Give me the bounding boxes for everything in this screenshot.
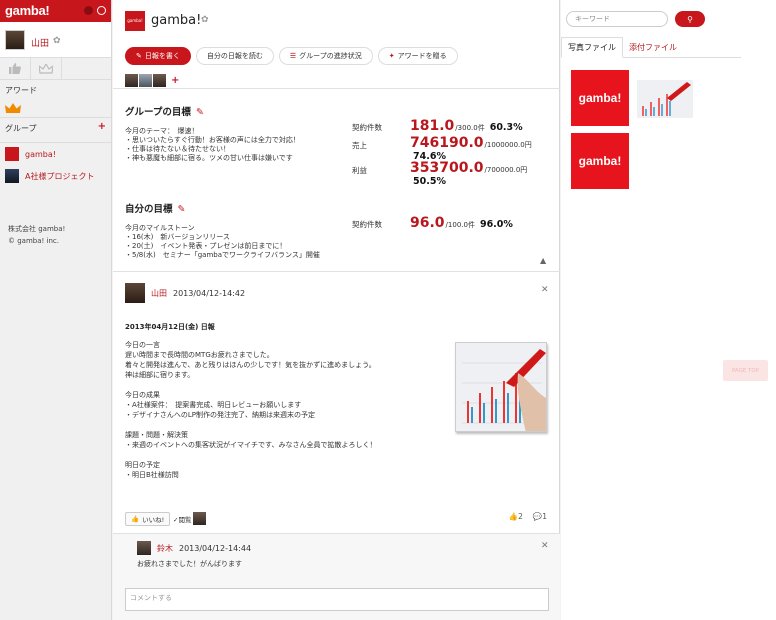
brand-bar: gamba! xyxy=(0,0,111,22)
thumbs-up-icon[interactable] xyxy=(0,58,31,79)
thumbs-up-icon: 👍 xyxy=(131,515,140,523)
sidebar: gamba! 山田 ✿ アワード グループ + gamba! A社様プロジェクト… xyxy=(0,0,112,620)
my-goal-text: 今月のマイルストーン ・16(木) 新バージョンリリース ・20(土) イベント… xyxy=(125,224,320,259)
group-photo-icon xyxy=(5,169,19,183)
user-name[interactable]: 山田 xyxy=(31,36,49,49)
comment-author[interactable]: 鈴木 xyxy=(157,543,173,554)
action-tabs: ✎ 日報を書く 自分の日報を読む ☰ グループの進捗状況 ✦ アワードを贈る xyxy=(125,47,458,65)
comment-input[interactable] xyxy=(125,588,549,611)
user-profile[interactable]: 山田 ✿ xyxy=(0,22,111,58)
metric-contracts: 契約件数 181.0 /300.0件 60.3% xyxy=(352,118,523,134)
main-content: gamba! gamba! ✿ ✎ 日報を書く 自分の日報を読む ☰ グループの… xyxy=(113,0,560,620)
file-tabs: 写真ファイル 添付ファイル xyxy=(561,37,741,58)
edit-icon[interactable]: ✎ xyxy=(178,204,186,215)
group-logo-icon xyxy=(5,147,19,161)
crown-icon[interactable] xyxy=(0,99,111,117)
add-group-icon[interactable]: + xyxy=(98,122,106,134)
close-icon[interactable]: ✕ xyxy=(541,541,549,551)
group-progress-button[interactable]: ☰ グループの進捗状況 xyxy=(278,47,373,65)
photo-thumbnail[interactable]: gamba! xyxy=(571,133,629,189)
add-member-icon[interactable]: + xyxy=(171,75,179,86)
search-input[interactable] xyxy=(566,11,668,27)
reaction-tabs xyxy=(0,58,111,80)
member-list: + xyxy=(125,73,179,87)
group-goal-title: グループの目標 ✎ xyxy=(125,107,204,118)
reader-avatar[interactable] xyxy=(193,512,207,525)
collapse-arrow-icon[interactable]: ▲ xyxy=(540,256,546,265)
avatar[interactable] xyxy=(137,541,151,555)
comment-text: お疲れさまでした！がんばります xyxy=(137,560,242,568)
tab-attachments[interactable]: 添付ファイル xyxy=(623,37,683,58)
pencil-icon: ✎ xyxy=(136,52,142,60)
gear-icon[interactable]: ✿ xyxy=(201,15,209,25)
metric-profit: 利益 353700.0 /700000.0円 xyxy=(352,160,528,176)
award-label: アワード xyxy=(5,86,37,95)
group-item-a-project[interactable]: A社様プロジェクト xyxy=(0,165,111,187)
edit-icon[interactable]: ✎ xyxy=(196,107,204,118)
search-icon: ⚲ xyxy=(687,14,693,24)
avatar[interactable] xyxy=(5,30,25,50)
gift-icon: ✦ xyxy=(388,52,395,60)
member-avatar[interactable] xyxy=(153,73,166,87)
comment-header: 鈴木 2013/04/12-14:44 xyxy=(137,541,251,555)
list-icon: ☰ xyxy=(289,52,297,60)
metric-profit-pct: 50.5% xyxy=(413,176,446,187)
app-logo[interactable]: gamba! xyxy=(5,3,50,18)
company-name: 株式会社 gamba! xyxy=(8,225,66,233)
member-avatar[interactable] xyxy=(125,73,138,87)
like-button[interactable]: 👍 いいね! xyxy=(125,512,171,526)
power-icon[interactable] xyxy=(97,6,106,15)
crown-outline-icon[interactable] xyxy=(31,58,62,79)
read-my-reports-button[interactable]: 自分の日報を読む xyxy=(195,47,274,65)
group-header: グループ + xyxy=(0,118,111,142)
my-goal-title: 自分の目標 ✎ xyxy=(125,204,186,215)
post-author[interactable]: 山田 xyxy=(151,288,167,299)
comment-section: 鈴木 2013/04/12-14:44 ✕ お疲れさまでした！がんばります xyxy=(113,533,560,620)
tab-photo-files[interactable]: 写真ファイル xyxy=(561,37,623,58)
close-icon[interactable]: ✕ xyxy=(541,285,549,295)
group-header-bar: gamba! gamba! ✿ xyxy=(113,0,559,40)
give-award-button[interactable]: ✦ アワードを贈る xyxy=(377,47,458,65)
like-count[interactable]: 👍2 xyxy=(509,512,523,521)
post-counts: 👍2 💬1 xyxy=(509,512,547,521)
company-info: 株式会社 gamba! © gamba! inc. xyxy=(0,187,111,247)
post-body: 今日の一言 遅い時間まで長時間のMTGお疲れさまでした。 着々と開発は進んで、あ… xyxy=(125,341,377,479)
write-report-button[interactable]: ✎ 日報を書く xyxy=(125,47,191,65)
group-goal-text: 今月のテーマ： 爆速！ ・思いついたらすぐ行動！お客様の声には全力で対応！ ・仕… xyxy=(125,127,300,162)
post-header: 山田 2013/04/12-14:42 xyxy=(125,283,245,303)
group-label: グループ xyxy=(5,124,37,133)
comment-count[interactable]: 💬1 xyxy=(533,512,547,521)
group-item-gamba[interactable]: gamba! xyxy=(0,143,111,165)
photo-thumbnail[interactable] xyxy=(637,80,693,118)
post-title: 2013年04月12日(金) 日報 xyxy=(125,323,215,331)
read-by: ✓閲覧 xyxy=(173,512,207,525)
photo-thumbnail[interactable]: gamba! xyxy=(571,70,629,126)
globe-icon[interactable] xyxy=(84,6,93,15)
metric-sales: 売上 746190.0 /1000000.0円 xyxy=(352,135,532,151)
group-item-label: gamba! xyxy=(25,149,56,159)
group-item-label: A社様プロジェクト xyxy=(25,171,95,181)
gear-icon[interactable]: ✿ xyxy=(53,36,61,46)
right-panel: ⚲ 写真ファイル 添付ファイル gamba! gamba! xyxy=(561,0,776,620)
search-button[interactable]: ⚲ xyxy=(675,11,705,27)
avatar[interactable] xyxy=(125,283,145,303)
comment-datetime: 2013/04/12-14:44 xyxy=(179,543,252,553)
member-avatar[interactable] xyxy=(139,73,152,87)
page-title: gamba! xyxy=(151,13,202,28)
metric-my-contracts: 契約件数 96.0 /100.0件 96.0% xyxy=(352,215,513,231)
post-datetime: 2013/04/12-14:42 xyxy=(173,288,246,298)
group-logo: gamba! xyxy=(125,11,145,31)
post-image[interactable] xyxy=(455,342,547,432)
page-top-button[interactable]: PAGE TOP xyxy=(723,360,768,381)
copyright: © gamba! inc. xyxy=(8,237,59,245)
